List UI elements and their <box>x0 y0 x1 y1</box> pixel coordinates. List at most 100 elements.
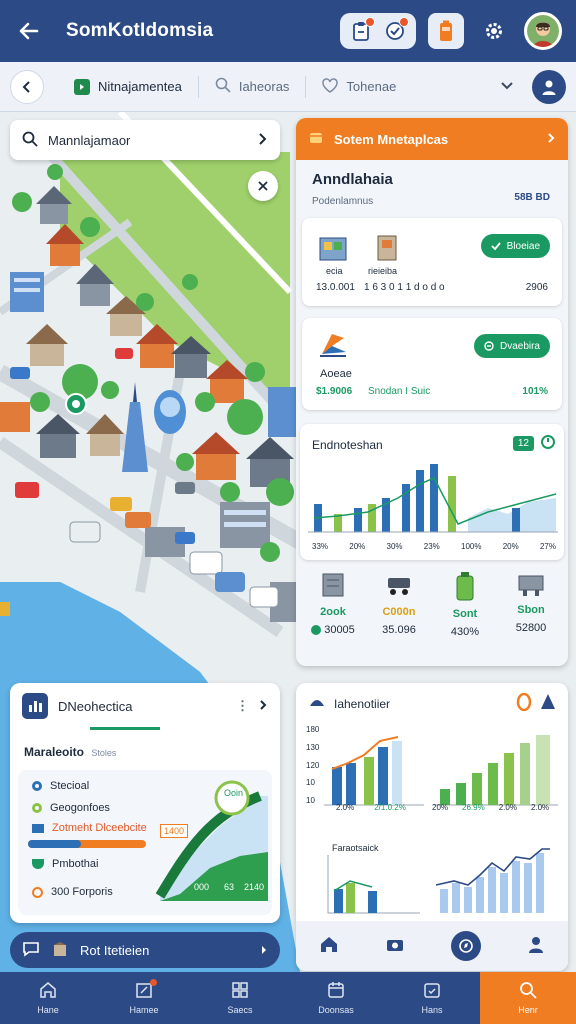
legend-item[interactable]: Zotmeht Dlceebcite <box>32 822 147 834</box>
trend-chart-badge: 12 <box>512 436 534 451</box>
camera-icon[interactable] <box>385 935 405 958</box>
chevron-right-icon[interactable] <box>260 943 268 958</box>
map-pin-icon[interactable] <box>64 392 88 416</box>
bar <box>392 741 402 805</box>
bar <box>464 887 472 913</box>
bar <box>512 861 520 913</box>
chevron-left-icon[interactable] <box>10 69 44 104</box>
profile-icon[interactable] <box>532 69 566 104</box>
tab-label: Iaheoras <box>238 79 290 94</box>
tab-favorites[interactable]: Tohenae <box>306 70 412 104</box>
report-pill-label: Rot Itetieien <box>80 942 150 958</box>
compass-icon[interactable] <box>451 931 481 961</box>
legend-item[interactable]: Pmbothai <box>32 858 98 870</box>
bar <box>536 853 544 913</box>
stat-item[interactable]: Sbon 52800 <box>500 570 562 660</box>
search-icon <box>519 981 537 1001</box>
gear-icon[interactable] <box>476 13 512 49</box>
chevron-right-icon[interactable] <box>259 699 268 714</box>
x-tick-label: 20% <box>432 803 449 812</box>
chevron-down-icon[interactable] <box>500 78 514 96</box>
stat-item[interactable]: C000n 35.096 <box>368 570 430 660</box>
notification-badge <box>365 17 375 27</box>
bar-chart-right <box>434 735 558 806</box>
status-button[interactable]: Bloeiae <box>480 234 550 258</box>
nav-documents[interactable]: Doonsas <box>288 972 384 1024</box>
bar <box>472 773 482 805</box>
notification-badge <box>150 979 157 986</box>
stat-item[interactable]: 2ook 30005 <box>302 570 364 660</box>
transfer-card[interactable]: Aoeae $1.9006 Snodan I Suic 101% Dvaebir… <box>302 318 562 410</box>
transfer-value-2: Snodan I Suic <box>368 386 431 397</box>
y-tick-label: 10 <box>306 778 315 788</box>
back-arrow-icon[interactable] <box>14 16 44 46</box>
check-badge-icon[interactable] <box>380 16 410 46</box>
legend-label: Geogonfoes <box>50 802 110 814</box>
legend-label: Stecioal <box>50 780 90 792</box>
chevron-right-icon[interactable] <box>258 132 268 149</box>
trend-chart-ticks: 33% 20% 30% 23% 100% 20% 27% <box>312 542 556 551</box>
info-panel-header[interactable]: Sotem Mnetaplcas <box>296 118 568 160</box>
quick-actions-group <box>340 13 416 49</box>
box-icon <box>308 130 324 149</box>
close-icon[interactable] <box>248 171 278 201</box>
nav-schedule[interactable]: Hans <box>384 972 480 1024</box>
stat-item[interactable]: Sont 430% <box>434 570 496 660</box>
nav-map[interactable]: Hamee <box>96 972 192 1024</box>
active-indicator <box>90 727 160 730</box>
more-icon[interactable]: ⋮ <box>236 698 249 714</box>
legend-item[interactable]: Stecioal <box>32 780 89 792</box>
home-icon <box>39 981 57 1001</box>
location-code: 58B BD <box>514 192 550 203</box>
transfer-button-label: Dvaebira <box>499 340 540 352</box>
stat-label: Sont <box>452 608 478 620</box>
analytics-panel-header[interactable]: DNeohectica ⋮ <box>10 683 280 729</box>
asset-value-1: 13.0.001 <box>316 282 355 293</box>
x-tick-label: 2.0% <box>336 803 355 812</box>
bar <box>364 757 374 805</box>
nav-search[interactable]: Henr <box>480 972 576 1024</box>
nav-services[interactable]: Saecs <box>192 972 288 1024</box>
info-panel: Sotem Mnetaplcas Anndlahaia Podenlamnus … <box>296 118 568 666</box>
stat-value: 30005 <box>311 624 355 636</box>
tick-label: 20% <box>502 542 519 551</box>
battery-icon[interactable] <box>428 13 464 49</box>
growth-tag: 1400 <box>160 824 189 838</box>
nav-home[interactable]: Hane <box>0 972 96 1024</box>
panel-nav <box>296 921 568 971</box>
avatar[interactable] <box>524 12 562 50</box>
report-pill-button[interactable]: Rot Itetieien <box>10 932 280 968</box>
legend-item[interactable]: 300 Forporis <box>32 886 113 898</box>
y-tick-label: 120 <box>306 760 320 770</box>
legend-label: 300 Forporis <box>51 886 113 898</box>
chevron-right-icon[interactable] <box>547 132 556 147</box>
home-icon[interactable] <box>319 935 339 958</box>
bar-chart-bottom-left <box>327 855 420 914</box>
map-search-field[interactable]: Mannlajamaor <box>10 120 280 160</box>
transfer-button[interactable]: Dvaebira <box>473 334 550 358</box>
tab-label: Tohenae <box>346 79 397 94</box>
analytics-panel: DNeohectica ⋮ Maraleoito Stoles Stecioal… <box>10 683 280 923</box>
bar <box>452 883 460 913</box>
stats-row: 2ook 30005 C000n 35.096 Sont 430% Sbon 5… <box>300 570 564 660</box>
statistics-header[interactable]: Iahenotiier <box>308 692 556 714</box>
legend-item[interactable]: Geogonfoes <box>32 802 110 814</box>
bar <box>456 783 466 805</box>
chart-icon <box>22 693 48 719</box>
clipboard-icon[interactable] <box>346 16 376 46</box>
bar-chart-left <box>324 736 424 806</box>
y-tick-label: 130 <box>306 742 320 752</box>
trend-chart-card[interactable]: Endnoteshan 12 33% 20% 30% 23% 100% 20% … <box>300 424 564 560</box>
asset-card[interactable]: ecia rieieiba 13.0.001 1 6 3 0 1 1 d o d… <box>302 218 562 306</box>
tab-search[interactable]: Iaheoras <box>199 70 306 104</box>
user-icon[interactable] <box>527 935 545 958</box>
info-icon[interactable] <box>540 693 556 714</box>
folder-icon <box>32 823 44 833</box>
building-icon <box>318 232 350 267</box>
nav-label: Hans <box>421 1005 443 1015</box>
y-axis-ticks: 180 130 120 10 10 <box>306 725 319 805</box>
refresh-icon[interactable] <box>540 434 556 455</box>
tab-primary[interactable]: Nitnajamentea <box>58 70 198 104</box>
alert-icon[interactable] <box>516 692 532 714</box>
drop-icon <box>308 694 326 713</box>
